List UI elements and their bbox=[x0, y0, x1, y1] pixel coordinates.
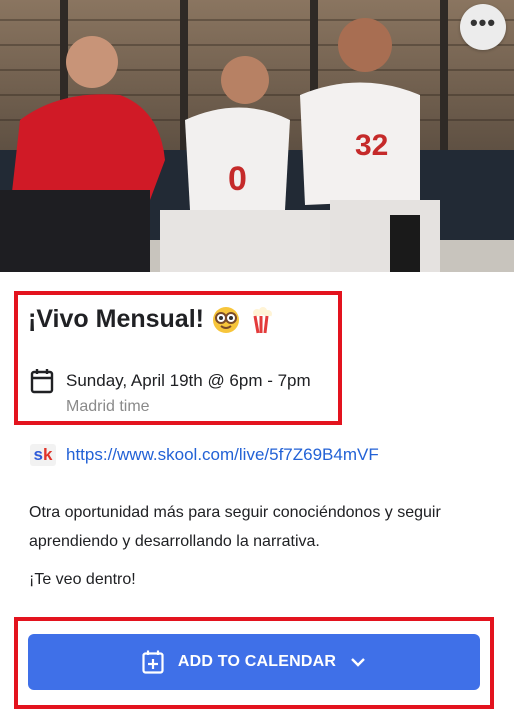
event-date-row: Sunday, April 19th @ 6pm - 7pm bbox=[30, 368, 311, 394]
event-title: ¡Vivo Mensual! bbox=[28, 305, 204, 333]
calendar-add-icon bbox=[142, 650, 164, 674]
event-cover-image: 0 32 ••• bbox=[0, 0, 514, 272]
event-date-text: Sunday, April 19th @ 6pm - 7pm bbox=[66, 371, 311, 390]
chevron-down-icon bbox=[351, 658, 365, 667]
add-to-calendar-label: ADD TO CALENDAR bbox=[177, 653, 337, 670]
event-title-row: ¡Vivo Mensual! bbox=[28, 305, 276, 334]
svg-text:0: 0 bbox=[228, 160, 247, 198]
event-timezone: Madrid time bbox=[66, 398, 150, 415]
more-options-button[interactable]: ••• bbox=[460, 4, 506, 50]
event-link-row: sk https://www.skool.com/live/5f7Z69B4mV… bbox=[30, 444, 379, 466]
event-live-link[interactable]: https://www.skool.com/live/5f7Z69B4mVF bbox=[66, 445, 379, 465]
more-horizontal-icon: ••• bbox=[469, 10, 497, 35]
nerd-face-emoji bbox=[212, 306, 239, 333]
calendar-icon bbox=[30, 369, 54, 394]
event-closing-text: ¡Te veo dentro! bbox=[29, 571, 136, 588]
basketball-players-photo: 0 32 bbox=[0, 0, 514, 272]
svg-text:32: 32 bbox=[355, 129, 388, 162]
event-description: Otra oportunidad más para seguir conocié… bbox=[29, 504, 441, 550]
add-to-calendar-button[interactable]: ADD TO CALENDAR bbox=[28, 634, 480, 690]
popcorn-emoji bbox=[252, 306, 272, 333]
skool-logo: sk bbox=[30, 444, 56, 466]
